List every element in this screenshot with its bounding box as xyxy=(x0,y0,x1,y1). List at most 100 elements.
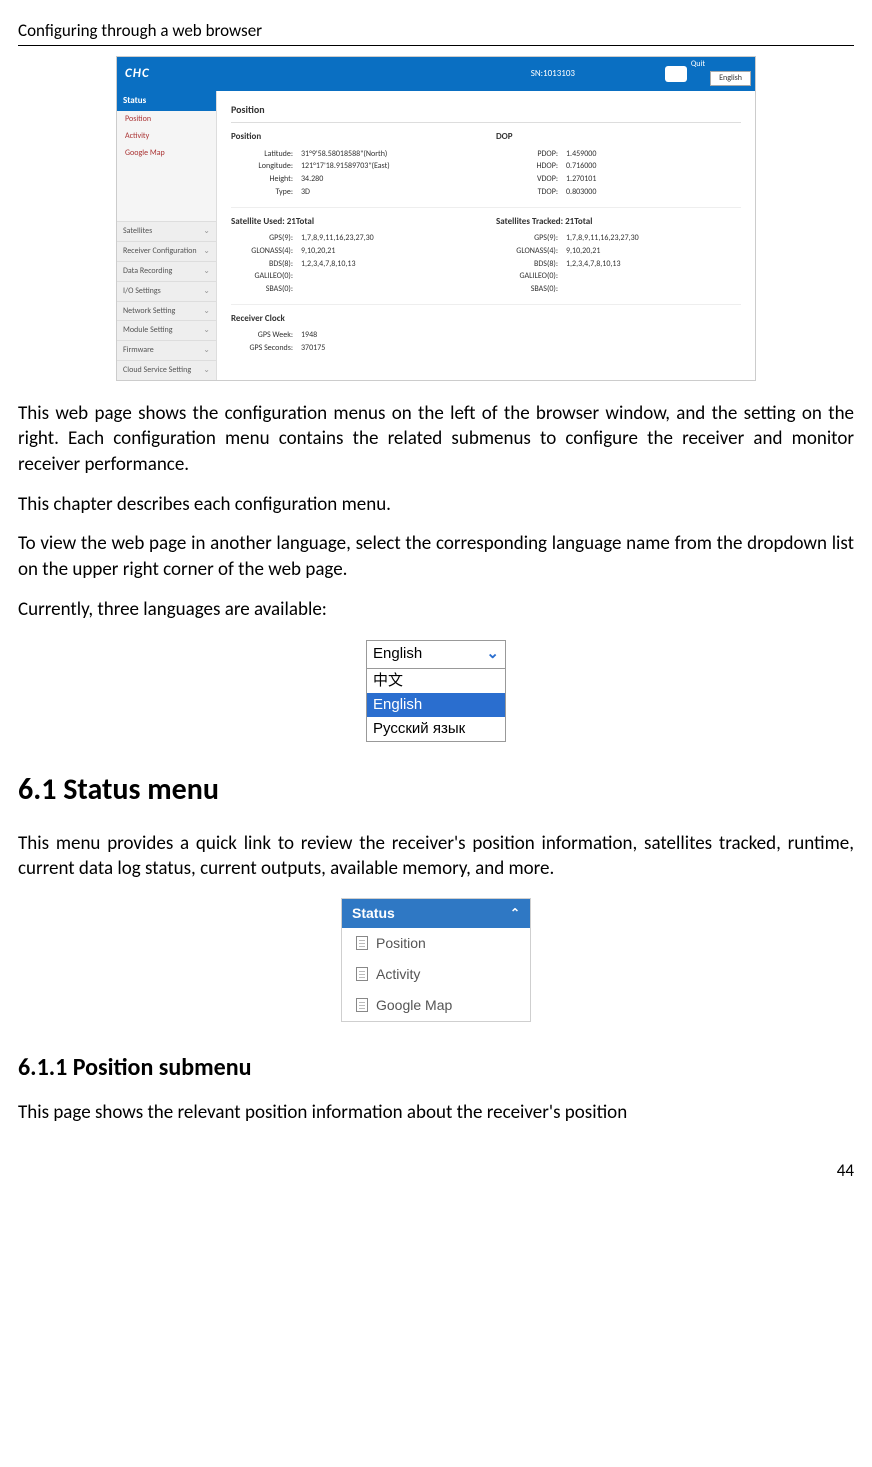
chevron-down-icon: ⌄ xyxy=(203,266,210,277)
sidebar-item-firmware[interactable]: Firmware ⌄ xyxy=(117,340,216,360)
language-selected-label: English xyxy=(373,644,422,664)
ui-header-bar: CHC SN:1013103 Quit English xyxy=(117,57,755,91)
sidebar-label: Firmware xyxy=(123,345,154,356)
body-paragraph-4: Currently, three languages are available… xyxy=(18,597,854,623)
gps-tracked-label: GPS(9): xyxy=(496,232,566,245)
sidebar-status-header[interactable]: Status xyxy=(117,91,216,111)
sidebar-item-io-settings[interactable]: I/O Settings ⌄ xyxy=(117,281,216,301)
panel-title: Position xyxy=(231,99,741,124)
brand-logo: CHC xyxy=(125,65,150,83)
language-dropdown-selected[interactable]: English ⌄ xyxy=(367,641,505,668)
page-header: Configuring through a web browser xyxy=(18,20,854,46)
tdop-label: TDOP: xyxy=(496,186,566,199)
sidebar-item-data-recording[interactable]: Data Recording ⌄ xyxy=(117,261,216,281)
chevron-down-icon: ⌄ xyxy=(486,644,499,664)
body-paragraph-2: This chapter describes each configuratio… xyxy=(18,492,854,518)
status-item-google-map[interactable]: Google Map xyxy=(342,990,530,1021)
chevron-down-icon: ⌄ xyxy=(203,246,210,257)
sidebar-label: Cloud Service Setting xyxy=(123,365,191,376)
chevron-down-icon: ⌄ xyxy=(203,365,210,376)
sat-tracked-heading: Satellites Tracked: 21Total xyxy=(496,216,741,228)
sidebar-label: Network Setting xyxy=(123,306,175,317)
section-6-1-1-body: This page shows the relevant position in… xyxy=(18,1100,854,1126)
chevron-down-icon: ⌄ xyxy=(203,325,210,336)
language-option-zh[interactable]: 中文 xyxy=(367,669,505,693)
status-item-activity[interactable]: Activity xyxy=(342,959,530,990)
longitude-label: Longitude: xyxy=(231,160,301,173)
latitude-label: Latitude: xyxy=(231,148,301,161)
gps-week-label: GPS Week: xyxy=(231,329,301,342)
sidebar-item-activity[interactable]: Activity xyxy=(117,128,216,145)
sidebar-label: Satellites xyxy=(123,226,152,237)
receiver-clock-block: Receiver Clock GPS Week:1948 GPS Seconds… xyxy=(231,313,476,355)
sidebar-item-network-setting[interactable]: Network Setting⌄ xyxy=(117,301,216,321)
document-icon xyxy=(356,936,368,950)
sidebar-item-google-map[interactable]: Google Map xyxy=(117,145,216,162)
gps-seconds-label: GPS Seconds: xyxy=(231,342,301,355)
gps-tracked-value: 1,7,8,9,11,16,23,27,30 xyxy=(566,232,639,245)
serial-number-label: SN:1013103 xyxy=(531,68,575,80)
gps-used-label: GPS(9): xyxy=(231,232,301,245)
chevron-down-icon: ⌄ xyxy=(203,345,210,356)
sidebar-item-receiver-config[interactable]: Receiver Configuration ⌄ xyxy=(117,241,216,261)
language-dropdown-figure: English ⌄ 中文 English Русский язык xyxy=(366,640,506,742)
dop-block: DOP PDOP:1.459000 HDOP:0.716000 VDOP:1.2… xyxy=(496,131,741,198)
main-panel: Position Position Latitude:31°9'58.58018… xyxy=(217,91,755,380)
hdop-label: HDOP: xyxy=(496,160,566,173)
bds-used-value: 1,2,3,4,7,8,10,13 xyxy=(301,258,356,271)
latitude-value: 31°9'58.58018588"(North) xyxy=(301,148,387,161)
vdop-value: 1.270101 xyxy=(566,173,596,186)
page-number: 44 xyxy=(18,1160,854,1183)
vdop-label: VDOP: xyxy=(496,173,566,186)
sidebar-label: I/O Settings xyxy=(123,286,161,297)
sidebar-label: Receiver Configuration xyxy=(123,246,197,257)
section-6-1-body: This menu provides a quick link to revie… xyxy=(18,831,854,882)
sat-used-heading: Satellite Used: 21Total xyxy=(231,216,476,228)
galileo-tracked-label: GALILEO(0): xyxy=(496,270,566,283)
receiver-clock-heading: Receiver Clock xyxy=(231,313,476,325)
status-item-position[interactable]: Position xyxy=(342,928,530,959)
bds-tracked-label: BDS(8): xyxy=(496,258,566,271)
glonass-tracked-value: 9,10,20,21 xyxy=(566,245,600,258)
language-option-en[interactable]: English xyxy=(367,693,505,717)
document-icon xyxy=(356,967,368,981)
sidebar-item-position[interactable]: Position xyxy=(117,111,216,128)
glonass-used-value: 9,10,20,21 xyxy=(301,245,335,258)
gps-week-value: 1948 xyxy=(301,329,317,342)
height-label: Height: xyxy=(231,173,301,186)
body-paragraph-1: This web page shows the configuration me… xyxy=(18,401,854,478)
status-menu-header[interactable]: Status ⌃ xyxy=(342,899,530,928)
chevron-down-icon: ⌄ xyxy=(203,286,210,297)
language-select[interactable]: English xyxy=(710,71,751,86)
status-item-label: Activity xyxy=(376,965,420,984)
sat-tracked-block: Satellites Tracked: 21Total GPS(9):1,7,8… xyxy=(496,216,741,296)
chevron-down-icon: ⌄ xyxy=(203,226,210,237)
sidebar-label: Module Setting xyxy=(123,325,173,336)
pdop-label: PDOP: xyxy=(496,148,566,161)
sidebar-item-satellites[interactable]: Satellites ⌄ xyxy=(117,221,216,241)
section-6-1-1-title: 6.1.1 Position submenu xyxy=(18,1052,854,1084)
longitude-value: 121°17'18.91589703"(East) xyxy=(301,160,390,173)
type-label: Type: xyxy=(231,186,301,199)
height-value: 34.280 xyxy=(301,173,323,186)
chevron-up-icon: ⌃ xyxy=(510,905,520,921)
sidebar-label: Data Recording xyxy=(123,266,172,277)
pdop-value: 1.459000 xyxy=(566,148,596,161)
sidebar: Status Position Activity Google Map Sate… xyxy=(117,91,217,380)
section-6-1-title: 6.1 Status menu xyxy=(18,770,854,811)
glonass-tracked-label: GLONASS(4): xyxy=(496,245,566,258)
gps-seconds-value: 370175 xyxy=(301,342,325,355)
tdop-value: 0.803000 xyxy=(566,186,596,199)
hdop-value: 0.716000 xyxy=(566,160,596,173)
status-menu-figure: Status ⌃ Position Activity Google Map xyxy=(341,898,531,1022)
bds-tracked-value: 1,2,3,4,7,8,10,13 xyxy=(566,258,621,271)
sidebar-item-module-setting[interactable]: Module Setting ⌄ xyxy=(117,320,216,340)
status-item-label: Google Map xyxy=(376,996,452,1015)
bds-used-label: BDS(8): xyxy=(231,258,301,271)
language-option-ru[interactable]: Русский язык xyxy=(367,717,505,741)
sidebar-item-cloud-service[interactable]: Cloud Service Setting ⌄ xyxy=(117,360,216,380)
document-icon xyxy=(356,998,368,1012)
glonass-used-label: GLONASS(4): xyxy=(231,245,301,258)
quit-link[interactable]: Quit xyxy=(691,59,705,70)
sat-used-block: Satellite Used: 21Total GPS(9):1,7,8,9,1… xyxy=(231,216,476,296)
